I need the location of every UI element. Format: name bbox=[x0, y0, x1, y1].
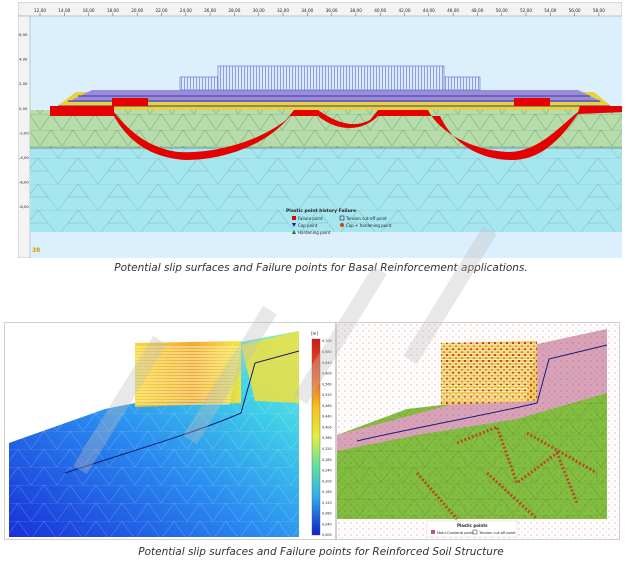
colorbar-tick-label: 0,280 bbox=[322, 458, 332, 462]
legend-cap-hardening-marker bbox=[340, 223, 344, 227]
surface-load-upper-hatch bbox=[218, 66, 444, 90]
colorbar-tick-labels: 0,700 0,680 0,640 0,600 0,560 0,520 0,480 0,440… bbox=[322, 339, 332, 537]
caption-top: Potential slip surfaces and Failure poin… bbox=[114, 262, 528, 274]
colorbar-tick-label: 0,160 bbox=[322, 490, 332, 494]
x-tick-label: 48,00 bbox=[471, 8, 483, 13]
legend-failure-label: Failure point bbox=[298, 216, 323, 221]
x-tick-label: 54,00 bbox=[544, 8, 556, 13]
colorbar-tick-label: 0,680 bbox=[322, 350, 332, 354]
colorbar-tick-label: 0,520 bbox=[322, 393, 332, 397]
x-tick-label: 40,00 bbox=[374, 8, 386, 13]
colorbar-tick-label: 0,600 bbox=[322, 372, 332, 376]
x-tick-label: 28,00 bbox=[228, 8, 240, 13]
legend-failure-marker bbox=[292, 216, 296, 220]
legend-cap-hardening-label: Cap + hardening point bbox=[346, 223, 392, 228]
x-tick-label: 34,00 bbox=[301, 8, 313, 13]
colorbar-tick-label: 0,000 bbox=[322, 533, 332, 537]
lower-soil-mesh bbox=[30, 148, 622, 232]
x-tick-label: 42,00 bbox=[399, 8, 411, 13]
y-tick-label: -6,00 bbox=[19, 180, 29, 185]
colorbar-tick-label: 0,040 bbox=[322, 522, 332, 526]
y-tick-label: -4,00 bbox=[19, 155, 29, 160]
colorbar-tick-label: 0,400 bbox=[322, 425, 332, 429]
scattered-plastic-points bbox=[337, 323, 619, 539]
plastic-points-figure: Plastic points Mohr-Coulomb point Tensio… bbox=[336, 322, 620, 540]
x-tick-label: 12,00 bbox=[34, 8, 46, 13]
y-tick-label: 4,00 bbox=[19, 57, 28, 62]
x-tick-label: 50,00 bbox=[496, 8, 508, 13]
colorbar-tick-label: 0,200 bbox=[322, 479, 332, 483]
x-tick-label: 46,00 bbox=[447, 8, 459, 13]
y-tick-label: 2,00 bbox=[19, 81, 28, 86]
colorbar-tick-label: 0,080 bbox=[322, 512, 332, 516]
basal-reinforcement-figure: 12,00 14,00 16,00 18,00 20,00 22,00 24,00 26,00… bbox=[18, 2, 622, 258]
x-tick-label: 52,00 bbox=[520, 8, 532, 13]
x-tick-label: 14,00 bbox=[58, 8, 70, 13]
failure-points-right-cap bbox=[514, 98, 550, 106]
legend-tension-marker bbox=[472, 529, 478, 535]
colorbar bbox=[311, 338, 321, 536]
x-tick-label: 56,00 bbox=[569, 8, 581, 13]
displacement-contour-plot: [m] 0,7000,6800,6400,6000,5600,5200,4800… bbox=[9, 331, 332, 537]
x-tick-label: 32,00 bbox=[277, 8, 289, 13]
colorbar-tick-label: 0,120 bbox=[322, 501, 332, 505]
x-tick-label: 20,00 bbox=[131, 8, 143, 13]
x-tick-label: 18,00 bbox=[107, 8, 119, 13]
colorbar-tick-label: 0,320 bbox=[322, 447, 332, 451]
colorbar-tick-label: 0,700 bbox=[322, 339, 332, 343]
x-tick-label: 22,00 bbox=[156, 8, 168, 13]
colorbar-tick-label: 0,240 bbox=[322, 469, 332, 473]
failure-points-left-cap bbox=[112, 98, 148, 106]
y-tick-label: -2,00 bbox=[19, 130, 29, 135]
colorbar-unit: [m] bbox=[311, 331, 318, 336]
colorbar-tick-label: 0,480 bbox=[322, 404, 332, 408]
y-tick-label: 0,00 bbox=[19, 106, 28, 111]
legend-tension-label: Tension cut-off point bbox=[345, 216, 387, 221]
x-tick-label: 26,00 bbox=[204, 8, 216, 13]
caption-bottom: Potential slip surfaces and Failure poin… bbox=[138, 546, 504, 558]
x-tick-label: 44,00 bbox=[423, 8, 435, 13]
basal-reinforcement-plot: 12,00 14,00 16,00 18,00 20,00 22,00 24,00 26,00… bbox=[18, 2, 622, 258]
plastic-points-plot: Plastic points Mohr-Coulomb point Tensio… bbox=[337, 323, 619, 539]
legend-mohr-marker bbox=[431, 530, 435, 534]
x-tick-label: 30,00 bbox=[253, 8, 265, 13]
x-tick-label: 58,00 bbox=[593, 8, 605, 13]
legend-mohr-label: Mohr-Coulomb point bbox=[437, 531, 474, 535]
legend-tension-label: Tension cut-off point bbox=[478, 531, 516, 535]
right-legend: Plastic points Mohr-Coulomb point Tensio… bbox=[426, 520, 518, 538]
legend-title: Plastic points bbox=[457, 523, 488, 528]
colorbar-tick-label: 0,360 bbox=[322, 436, 332, 440]
x-tick-label: 16,00 bbox=[83, 8, 95, 13]
x-tick-label: 36,00 bbox=[326, 8, 338, 13]
x-tick-label: 24,00 bbox=[180, 8, 192, 13]
y-tick-label: 6,00 bbox=[19, 32, 28, 37]
legend-hardening-label: Hardening point bbox=[298, 230, 331, 235]
y-tick-label: -8,00 bbox=[19, 204, 29, 209]
colorbar-tick-label: 0,440 bbox=[322, 415, 332, 419]
x-tick-label: 38,00 bbox=[350, 8, 362, 13]
legend-cap-label: Cap point bbox=[298, 223, 318, 228]
legend-title: Plastic point history Failure bbox=[286, 208, 356, 214]
displacement-contour-figure: [m] 0,700 0,680 0,640 0,600 0,560 0,520 0,480 0… bbox=[4, 322, 336, 540]
y-ruler bbox=[18, 15, 31, 258]
badge-number: 38 bbox=[32, 247, 40, 254]
colorbar-tick-label: 0,640 bbox=[322, 361, 332, 365]
colorbar-tick-label: 0,560 bbox=[322, 382, 332, 386]
